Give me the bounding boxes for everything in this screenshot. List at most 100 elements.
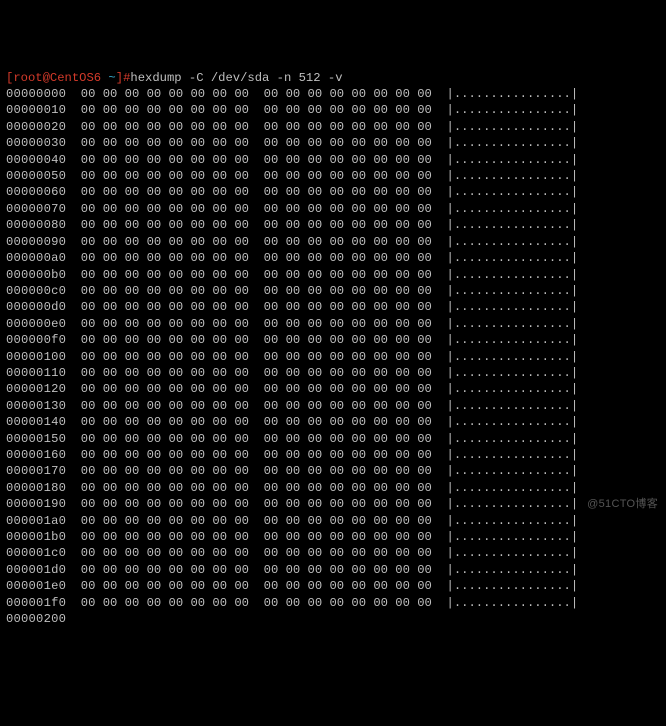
ascii-close: |	[571, 448, 578, 462]
ascii-dots: ................	[454, 251, 571, 265]
ascii-dots: ................	[454, 218, 571, 232]
hex-gap	[432, 563, 447, 577]
hex-gap	[432, 202, 447, 216]
hex-gap	[66, 530, 81, 544]
hex-bytes-hi: 00 00 00 00 00 00 00 00	[264, 497, 432, 511]
ascii-dots: ................	[454, 153, 571, 167]
ascii-open: |	[446, 481, 453, 495]
terminal-output: [root@CentOS6 ~]#hexdump -C /dev/sda -n …	[6, 70, 660, 628]
ascii-close: |	[571, 514, 578, 528]
hex-gap	[249, 366, 264, 380]
hexdump-row: 00000050 00 00 00 00 00 00 00 00 00 00 0…	[6, 168, 660, 184]
hex-bytes-lo: 00 00 00 00 00 00 00 00	[81, 546, 249, 560]
hex-bytes-hi: 00 00 00 00 00 00 00 00	[264, 382, 432, 396]
hexdump-row: 00000020 00 00 00 00 00 00 00 00 00 00 0…	[6, 119, 660, 135]
hexdump-row: 00000090 00 00 00 00 00 00 00 00 00 00 0…	[6, 234, 660, 250]
ascii-dots: ................	[454, 432, 571, 446]
hex-bytes-hi: 00 00 00 00 00 00 00 00	[264, 268, 432, 282]
hex-bytes-lo: 00 00 00 00 00 00 00 00	[81, 284, 249, 298]
hex-gap	[66, 399, 81, 413]
hex-gap	[249, 284, 264, 298]
hexdump-row: 00000110 00 00 00 00 00 00 00 00 00 00 0…	[6, 365, 660, 381]
hex-gap	[249, 448, 264, 462]
hex-bytes-lo: 00 00 00 00 00 00 00 00	[81, 596, 249, 610]
hex-gap	[249, 415, 264, 429]
ascii-close: |	[571, 530, 578, 544]
ascii-close: |	[571, 382, 578, 396]
offset: 00000010	[6, 103, 66, 117]
offset: 00000180	[6, 481, 66, 495]
hex-bytes-hi: 00 00 00 00 00 00 00 00	[264, 530, 432, 544]
hex-gap	[432, 136, 447, 150]
ascii-close: |	[571, 218, 578, 232]
hex-bytes-hi: 00 00 00 00 00 00 00 00	[264, 563, 432, 577]
command-text: hexdump -C /dev/sda -n 512 -v	[130, 71, 342, 85]
ascii-close: |	[571, 563, 578, 577]
hex-gap	[66, 153, 81, 167]
ascii-open: |	[446, 366, 453, 380]
hex-gap	[66, 464, 81, 478]
hex-bytes-hi: 00 00 00 00 00 00 00 00	[264, 185, 432, 199]
ascii-dots: ................	[454, 300, 571, 314]
hex-bytes-lo: 00 00 00 00 00 00 00 00	[81, 399, 249, 413]
hex-bytes-hi: 00 00 00 00 00 00 00 00	[264, 514, 432, 528]
hex-gap	[249, 432, 264, 446]
offset: 000001a0	[6, 514, 66, 528]
hex-gap	[66, 268, 81, 282]
hexdump-row: 00000010 00 00 00 00 00 00 00 00 00 00 0…	[6, 102, 660, 118]
hex-gap	[249, 136, 264, 150]
ascii-open: |	[446, 202, 453, 216]
hex-gap	[432, 448, 447, 462]
hex-gap	[249, 103, 264, 117]
ascii-close: |	[571, 136, 578, 150]
hex-bytes-hi: 00 00 00 00 00 00 00 00	[264, 596, 432, 610]
hexdump-row: 00000070 00 00 00 00 00 00 00 00 00 00 0…	[6, 201, 660, 217]
ascii-close: |	[571, 399, 578, 413]
ascii-close: |	[571, 120, 578, 134]
offset: 00000110	[6, 366, 66, 380]
hex-gap	[432, 579, 447, 593]
ascii-dots: ................	[454, 169, 571, 183]
ascii-dots: ................	[454, 350, 571, 364]
hex-bytes-hi: 00 00 00 00 00 00 00 00	[264, 415, 432, 429]
offset: 00000090	[6, 235, 66, 249]
hex-bytes-hi: 00 00 00 00 00 00 00 00	[264, 546, 432, 560]
hex-bytes-lo: 00 00 00 00 00 00 00 00	[81, 300, 249, 314]
hex-gap	[432, 300, 447, 314]
ascii-open: |	[446, 284, 453, 298]
hexdump-row: 000000d0 00 00 00 00 00 00 00 00 00 00 0…	[6, 299, 660, 315]
hex-gap	[66, 366, 81, 380]
ascii-close: |	[571, 103, 578, 117]
offset: 00000020	[6, 120, 66, 134]
ascii-open: |	[446, 497, 453, 511]
ascii-open: |	[446, 218, 453, 232]
ascii-open: |	[446, 596, 453, 610]
hex-gap	[432, 432, 447, 446]
ascii-open: |	[446, 120, 453, 134]
ascii-close: |	[571, 415, 578, 429]
hex-bytes-hi: 00 00 00 00 00 00 00 00	[264, 153, 432, 167]
ascii-dots: ................	[454, 382, 571, 396]
ascii-close: |	[571, 268, 578, 282]
ascii-dots: ................	[454, 317, 571, 331]
hex-gap	[432, 87, 447, 101]
ascii-open: |	[446, 268, 453, 282]
hexdump-row: 00000160 00 00 00 00 00 00 00 00 00 00 0…	[6, 447, 660, 463]
ascii-open: |	[446, 546, 453, 560]
ascii-close: |	[571, 350, 578, 364]
hex-bytes-hi: 00 00 00 00 00 00 00 00	[264, 202, 432, 216]
hex-bytes-lo: 00 00 00 00 00 00 00 00	[81, 185, 249, 199]
hex-bytes-hi: 00 00 00 00 00 00 00 00	[264, 481, 432, 495]
hex-gap	[249, 300, 264, 314]
offset: 000001d0	[6, 563, 66, 577]
ascii-dots: ................	[454, 546, 571, 560]
hex-bytes-lo: 00 00 00 00 00 00 00 00	[81, 251, 249, 265]
hex-bytes-lo: 00 00 00 00 00 00 00 00	[81, 366, 249, 380]
hex-gap	[432, 415, 447, 429]
hex-bytes-hi: 00 00 00 00 00 00 00 00	[264, 432, 432, 446]
ascii-open: |	[446, 153, 453, 167]
offset: 00000070	[6, 202, 66, 216]
ascii-dots: ................	[454, 366, 571, 380]
hex-gap	[66, 185, 81, 199]
hex-bytes-lo: 00 00 00 00 00 00 00 00	[81, 563, 249, 577]
